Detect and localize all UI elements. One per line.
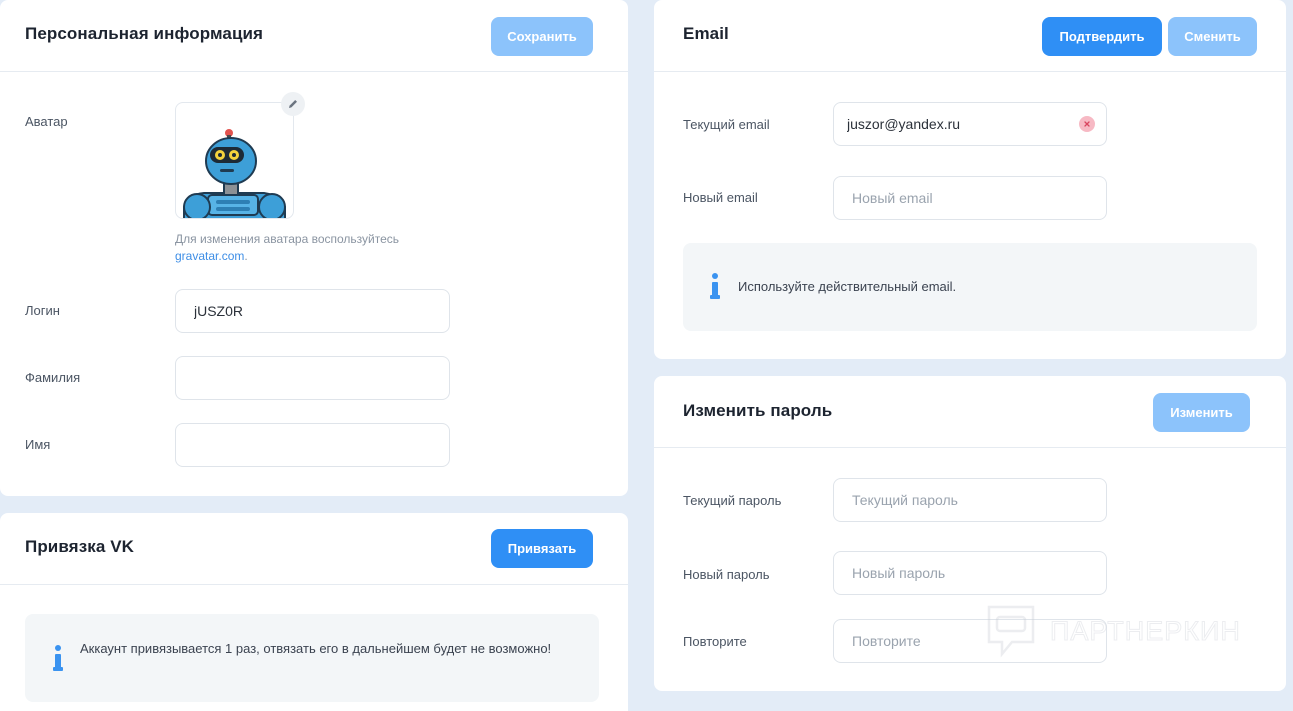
bind-vk-button[interactable]: Привязать — [491, 529, 593, 568]
vk-info-text: Аккаунт привязывается 1 раз, отвязать ег… — [80, 641, 552, 656]
change-password-button[interactable]: Изменить — [1153, 393, 1250, 432]
repeat-password-label: Повторите — [683, 634, 747, 649]
current-password-label: Текущий пароль — [683, 493, 782, 508]
lastname-label: Фамилия — [25, 370, 81, 385]
email-header: Email Подтвердить Сменить — [654, 0, 1286, 72]
clear-x-icon — [1084, 121, 1090, 127]
email-info-text: Используйте действительный email. — [738, 279, 957, 294]
pencil-icon — [289, 100, 297, 108]
avatar-edit-button[interactable] — [281, 92, 305, 116]
vk-binding-header: Привязка VK Привязать — [0, 513, 628, 585]
current-email-label: Текущий email — [683, 117, 770, 132]
login-label: Логин — [25, 303, 60, 318]
new-password-input[interactable] — [833, 551, 1107, 595]
email-title: Email — [683, 24, 729, 43]
robot-avatar-image — [183, 129, 286, 218]
vk-binding-title: Привязка VK — [25, 537, 135, 556]
new-email-input[interactable] — [833, 176, 1107, 220]
clear-email-button[interactable] — [1079, 116, 1095, 132]
email-card: Email Подтвердить Сменить Текущий email … — [654, 0, 1286, 359]
email-info-box: Используйте действительный email. — [683, 243, 1257, 331]
new-password-label: Новый пароль — [683, 567, 770, 582]
firstname-label: Имя — [25, 437, 51, 452]
change-email-button[interactable]: Сменить — [1168, 17, 1257, 56]
lastname-input[interactable] — [175, 356, 450, 400]
info-icon — [710, 273, 720, 299]
new-email-label: Новый email — [683, 190, 758, 205]
avatar-hint-text: Для изменения аватара воспользуйтесь — [175, 232, 400, 246]
confirm-email-button[interactable]: Подтвердить — [1042, 17, 1162, 56]
firstname-input[interactable] — [175, 423, 450, 467]
info-icon — [53, 645, 63, 671]
personal-info-card: Персональная информация Сохранить Аватар — [0, 0, 628, 496]
password-title: Изменить пароль — [683, 401, 833, 420]
avatar — [175, 102, 294, 219]
save-button[interactable]: Сохранить — [491, 17, 593, 56]
current-email-input[interactable] — [833, 102, 1107, 146]
gravatar-link[interactable]: gravatar.com — [175, 249, 244, 263]
watermark: ПАРТНЕРКИН — [986, 604, 1241, 658]
watermark-text: ПАРТНЕРКИН — [1050, 615, 1241, 646]
vk-binding-card: Привязка VK Привязать Аккаунт привязывае… — [0, 513, 628, 711]
avatar-hint: Для изменения аватара воспользуйтесь gra… — [175, 231, 399, 265]
vk-info-box: Аккаунт привязывается 1 раз, отвязать ег… — [25, 614, 599, 702]
password-header: Изменить пароль Изменить — [654, 376, 1286, 448]
avatar-hint-end: . — [244, 249, 248, 263]
personal-info-header: Персональная информация Сохранить — [0, 0, 628, 72]
personal-info-title: Персональная информация — [25, 24, 264, 43]
login-input[interactable] — [175, 289, 450, 333]
avatar-label: Аватар — [25, 114, 68, 129]
current-password-input[interactable] — [833, 478, 1107, 522]
partnerkin-logo-icon — [987, 605, 1035, 658]
